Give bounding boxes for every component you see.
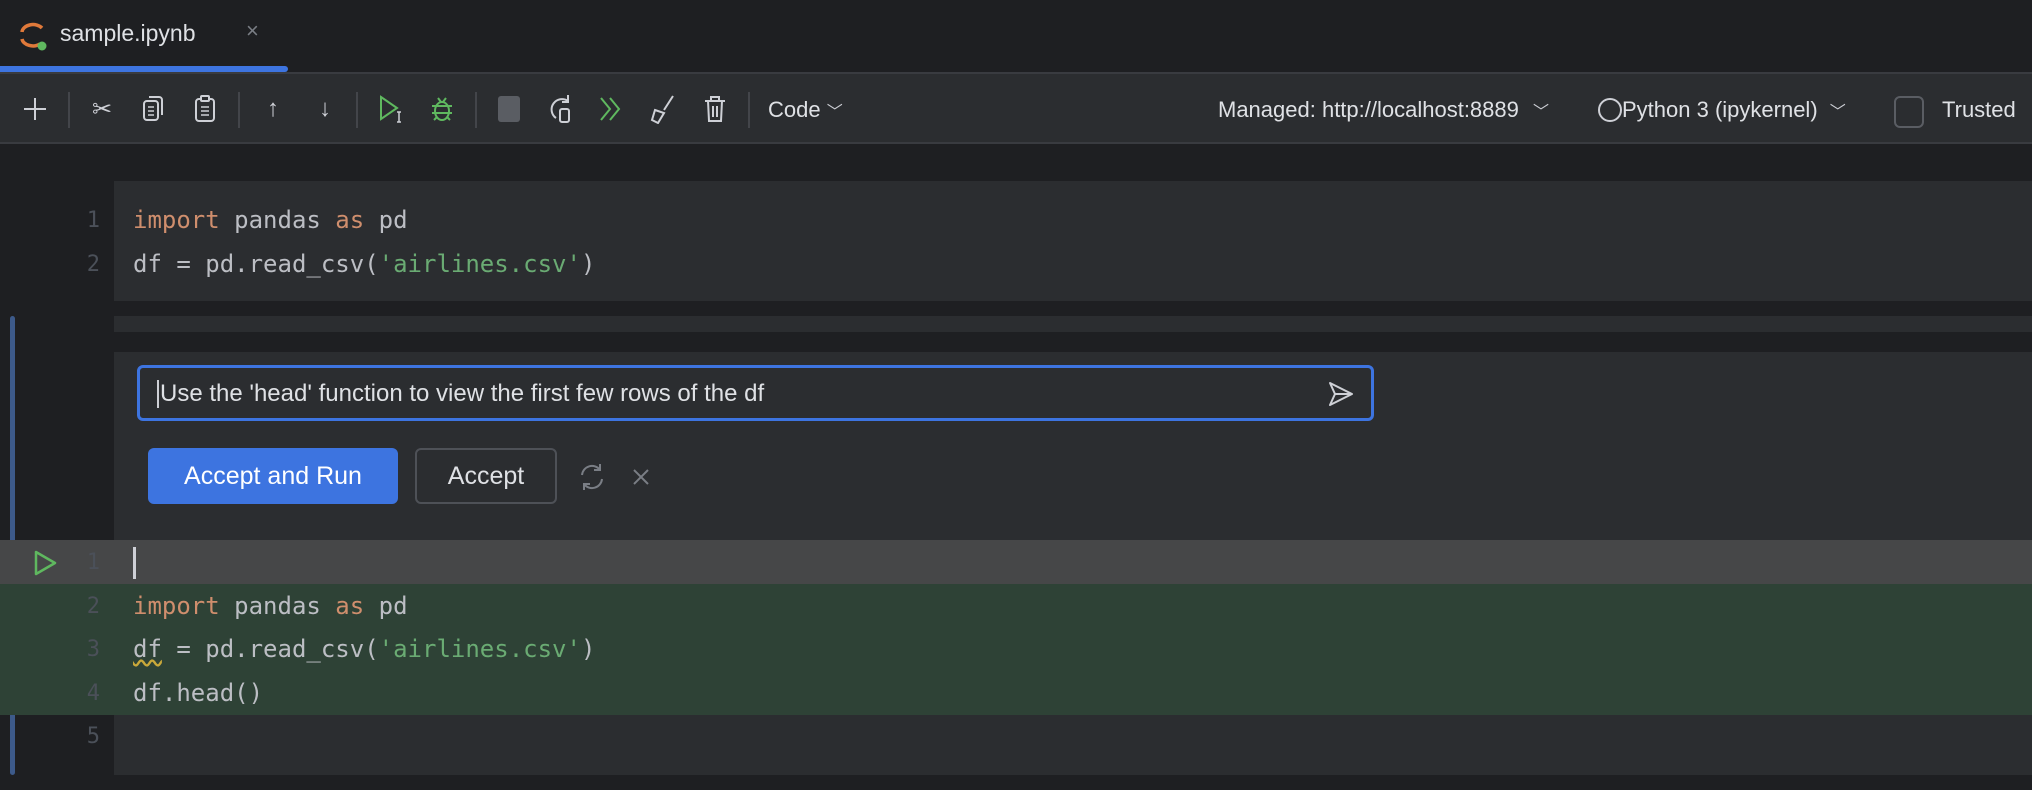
code-token: import bbox=[133, 591, 220, 620]
debug-icon[interactable] bbox=[427, 94, 457, 124]
kernel-status-icon bbox=[1598, 98, 1622, 122]
move-down-icon[interactable]: ↓ bbox=[310, 94, 340, 124]
line-number: 4 bbox=[86, 680, 100, 706]
trusted-label: Trusted bbox=[1942, 97, 2016, 122]
server-dropdown[interactable]: Managed: http://localhost:8889 ﹀ bbox=[1218, 97, 1549, 123]
jupyter-icon bbox=[20, 22, 47, 51]
code-token: as bbox=[335, 206, 365, 234]
kernel-label: Python 3 (ipykernel) bbox=[1622, 97, 1818, 122]
regenerate-icon[interactable] bbox=[576, 461, 608, 493]
code-token: df.head() bbox=[133, 678, 264, 707]
current-line-highlight bbox=[0, 540, 2032, 584]
line-number: 1 bbox=[86, 550, 100, 575]
tab-title: sample.ipynb bbox=[60, 20, 196, 46]
notebook-toolbar: ✂ ↑ ↓ Code ﹀ Managed: http://localhost:8… bbox=[0, 72, 2032, 144]
trusted-checkbox[interactable] bbox=[1894, 96, 1924, 128]
tab-sample-ipynb[interactable]: sample.ipynb × bbox=[0, 0, 288, 72]
code-token: df = pd.read_csv( bbox=[133, 250, 379, 278]
code-line[interactable]: df.head() bbox=[133, 679, 263, 707]
delete-cell-icon[interactable] bbox=[700, 94, 730, 124]
line-number: 3 bbox=[86, 637, 100, 662]
code-token: as bbox=[335, 591, 365, 620]
line-number: 2 bbox=[86, 252, 100, 277]
run-all-icon[interactable] bbox=[597, 94, 627, 124]
close-icon[interactable] bbox=[632, 468, 650, 486]
stop-icon[interactable] bbox=[494, 94, 524, 124]
code-token: pandas bbox=[219, 206, 336, 234]
code-token: df bbox=[133, 635, 162, 663]
kernel-dropdown[interactable]: Python 3 (ipykernel) ﹀ bbox=[1598, 97, 1846, 123]
cell-type-dropdown[interactable]: Code ﹀ bbox=[768, 97, 843, 123]
send-icon[interactable] bbox=[1327, 380, 1355, 408]
code-line[interactable]: df = pd.read_csv('airlines.csv') bbox=[133, 250, 595, 278]
cut-icon[interactable]: ✂ bbox=[87, 94, 117, 124]
code-line[interactable]: import pandas as pd bbox=[133, 592, 408, 620]
chevron-down-icon: ﹀ bbox=[1533, 104, 1550, 121]
tab-close-icon[interactable]: × bbox=[246, 18, 259, 44]
server-label: Managed: http://localhost:8889 bbox=[1218, 97, 1519, 122]
run-cell-gutter-icon[interactable] bbox=[32, 549, 60, 577]
code-token: pd bbox=[364, 206, 408, 234]
code-cell-1[interactable] bbox=[114, 181, 2032, 301]
code-token: ) bbox=[580, 635, 596, 663]
restart-kernel-icon[interactable] bbox=[546, 94, 576, 124]
code-cell-2-bottom bbox=[114, 715, 2032, 775]
line-number: 2 bbox=[86, 593, 100, 619]
ai-prompt-input[interactable]: Use the 'head' function to view the firs… bbox=[137, 365, 1374, 421]
add-cell-icon[interactable] bbox=[20, 94, 50, 124]
line-number: 5 bbox=[86, 724, 100, 749]
accept-and-run-button[interactable]: Accept and Run bbox=[148, 448, 398, 504]
code-token: 'airlines.csv' bbox=[378, 250, 581, 278]
code-token: pandas bbox=[219, 591, 336, 620]
text-caret bbox=[133, 547, 136, 579]
copy-icon[interactable] bbox=[138, 94, 168, 124]
ai-prompt-text: Use the 'head' function to view the firs… bbox=[157, 380, 764, 408]
code-token: 'airlines.csv' bbox=[378, 635, 581, 663]
chevron-down-icon: ﹀ bbox=[826, 104, 843, 121]
code-line[interactable]: import pandas as pd bbox=[133, 206, 408, 234]
code-line[interactable]: df = pd.read_csv('airlines.csv') bbox=[133, 635, 595, 663]
run-cell-icon[interactable] bbox=[376, 94, 406, 124]
code-token: pd bbox=[364, 591, 408, 620]
line-number: 1 bbox=[86, 208, 100, 233]
accept-button[interactable]: Accept bbox=[415, 448, 557, 504]
paste-icon[interactable] bbox=[190, 94, 220, 124]
code-token: = pd.read_csv( bbox=[161, 635, 379, 663]
cell-2-top-toolbar bbox=[114, 316, 2032, 332]
cell-type-label: Code bbox=[768, 97, 821, 122]
code-token: import bbox=[133, 206, 220, 234]
clear-outputs-icon[interactable] bbox=[648, 94, 678, 124]
move-up-icon[interactable]: ↑ bbox=[258, 94, 288, 124]
chevron-down-icon: ﹀ bbox=[1829, 104, 1846, 121]
code-token: ) bbox=[580, 250, 596, 278]
